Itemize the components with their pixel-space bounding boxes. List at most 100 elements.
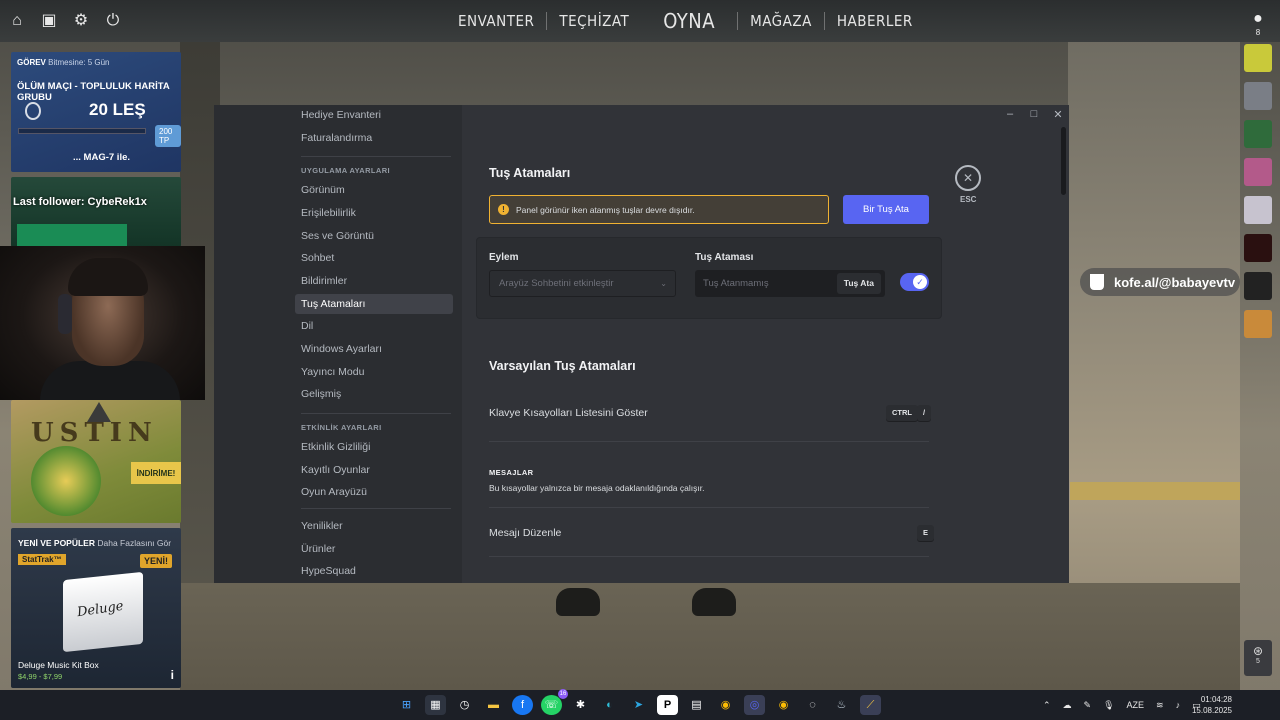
volume-icon[interactable]: ♪ (1176, 700, 1181, 710)
sidebar-item-merch[interactable]: Ürünler (295, 539, 453, 559)
language-indicator[interactable]: AZE (1127, 700, 1145, 710)
friend-avatar[interactable] (1244, 120, 1272, 148)
antenna-icon: ⊛ (1252, 644, 1264, 658)
item-name: Deluge Music Kit Box (18, 660, 99, 670)
pen-icon[interactable]: ✎ (1084, 700, 1092, 711)
chrome-icon[interactable]: ◉ (715, 695, 736, 715)
chevron-up-icon[interactable]: ⌃ (1043, 700, 1051, 711)
sidebar-item-hypesquad[interactable]: HypeSquad (295, 561, 453, 581)
nav-store[interactable]: MAĞAZA (738, 12, 824, 30)
friend-avatar[interactable] (1244, 158, 1272, 186)
clock-time: 01:04:28 (1200, 695, 1232, 704)
sidebar-item-billing[interactable]: Faturalandırma (295, 128, 453, 148)
sidebar-item-whats-new[interactable]: Yenilikler (295, 516, 453, 536)
info-icon[interactable]: i (171, 668, 174, 682)
obs-icon[interactable]: ◌ (802, 695, 823, 715)
sidebar-item-streamer-mode[interactable]: Yayıncı Modu (295, 362, 453, 382)
sidebar-item-voice-video[interactable]: Ses ve Görüntü (295, 226, 453, 246)
minimize-icon[interactable]: – (1005, 108, 1015, 121)
item-price: $4,99 - $7,99 (18, 672, 63, 681)
edge-icon[interactable]: ◐ (599, 695, 620, 715)
game-nav: ENVANTER TEÇHİZAT OYNA MAĞAZA HABERLER (446, 0, 925, 42)
settings-sidebar: Hediye Envanteri Faturalandırma UYGULAMA… (214, 105, 462, 583)
gear-icon[interactable]: ⚙ (72, 12, 90, 30)
radio-button[interactable]: ⊛ 5 (1244, 640, 1272, 676)
sidebar-item-chat[interactable]: Sohbet (295, 248, 453, 268)
friend-avatar[interactable] (1244, 310, 1272, 338)
sidebar-divider (301, 508, 451, 509)
sidebar-item-notifications[interactable]: Bildirimler (295, 271, 453, 291)
action-select[interactable]: Arayüz Sohbetini etkinleştir ⌄ (489, 270, 676, 297)
mic-icon[interactable]: 🎙 (1103, 700, 1114, 711)
sidebar-item-keybinds[interactable]: Tuş Atamaları (295, 294, 453, 314)
sidebar-item-appearance[interactable]: Görünüm (295, 180, 453, 200)
friend-avatar[interactable] (1244, 234, 1272, 262)
slack-icon[interactable]: ✱ (570, 695, 591, 715)
austin-title: USTIN (31, 418, 158, 448)
mission-promo[interactable]: GÖREV Bitmesine: 5 Gün ÖLÜM MAÇI - TOPLU… (11, 52, 181, 172)
telegram-icon[interactable]: ➤ (628, 695, 649, 715)
sidebar-item-windows[interactable]: Windows Ayarları (295, 339, 453, 359)
kofe-link: kofe.al/@babayevtv (1114, 274, 1236, 290)
friend-avatar[interactable] (1244, 272, 1272, 300)
power-icon[interactable]: ⏻ (104, 12, 122, 30)
cloud-icon[interactable]: ☁ (1063, 700, 1072, 711)
image-app-icon[interactable]: ▤ (686, 695, 707, 715)
mission-progress-bar (18, 128, 146, 134)
scrollbar[interactable] (1061, 127, 1066, 195)
sidebar-item-gift-inventory[interactable]: Hediye Envanteri (295, 105, 453, 125)
facebook-icon[interactable]: f (512, 695, 533, 715)
wifi-icon[interactable]: ≋ (1156, 700, 1164, 711)
sidebar-item-language[interactable]: Dil (295, 316, 453, 336)
warning-banner: ! Panel görünür iken atanmış tuşlar devr… (489, 195, 829, 224)
edit-message-label: Mesajı Düzenle (489, 527, 562, 539)
friends-list (1244, 44, 1272, 338)
keybind-column-header: Tuş Ataması (695, 252, 754, 263)
clock-app-icon[interactable]: ◷ (454, 695, 475, 715)
sidebar-item-registered-games[interactable]: Kayıtlı Oyunlar (295, 460, 453, 480)
key-chip: / (917, 405, 932, 421)
chrome-alt-icon[interactable]: ◉ (773, 695, 794, 715)
sidebar-item-activity-privacy[interactable]: Etkinlik Gizliliği (295, 437, 453, 457)
close-icon[interactable]: ✕ (1053, 108, 1063, 121)
tv-icon[interactable]: ▣ (40, 12, 58, 30)
new-popular-promo[interactable]: YENİ VE POPÜLER Daha Fazlasını Gör StatT… (11, 528, 181, 688)
action-column-header: Eylem (489, 252, 519, 263)
sidebar-item-accessibility[interactable]: Erişilebilirlik (295, 203, 453, 223)
stattrak-badge: StatTrak™ (18, 554, 66, 565)
friend-avatar[interactable] (1244, 196, 1272, 224)
streamer-shirt (40, 361, 180, 401)
home-icon[interactable]: ⌂ (8, 12, 26, 30)
whatsapp-icon[interactable]: ☏ 16 (541, 689, 568, 715)
nav-play[interactable]: OYNA (641, 9, 737, 33)
nav-loadout[interactable]: TEÇHİZAT (547, 12, 641, 30)
keybind-input[interactable]: Tuş Atanmamış Tuş Ata (695, 270, 885, 297)
friend-avatar[interactable] (1244, 82, 1272, 110)
p-app-icon[interactable]: P (657, 695, 678, 715)
sidebar-item-advanced[interactable]: Gelişmiş (295, 384, 453, 404)
taskbar-clock[interactable]: 01:04:28 15.08.2025 (1192, 694, 1232, 716)
maximize-icon[interactable]: □ (1029, 108, 1039, 121)
keybind-toggle[interactable]: ✓ (900, 273, 929, 291)
skull-icon (25, 102, 41, 120)
add-keybind-button[interactable]: Bir Tuş Ata (843, 195, 929, 224)
record-keybind-button[interactable]: Tuş Ata (836, 273, 881, 294)
windows-start-icon[interactable]: ⊞ (396, 695, 417, 715)
friend-avatar[interactable] (1244, 44, 1272, 72)
nav-news[interactable]: HABERLER (825, 12, 925, 30)
sidebar-item-game-overlay[interactable]: Oyun Arayüzü (295, 482, 453, 502)
follower-promo (11, 177, 181, 247)
character-boot (556, 588, 600, 616)
keybinds-content: Tuş Atamaları ! Panel görünür iken atanm… (476, 105, 944, 583)
friends-button[interactable]: ● 8 (1248, 10, 1268, 37)
steam-icon[interactable]: ♨ (831, 695, 852, 715)
radio-count: 5 (1256, 658, 1260, 665)
discord-icon[interactable]: ◎ (744, 695, 765, 715)
close-settings-button[interactable]: ✕ (955, 165, 981, 191)
cs2-icon[interactable]: ⟋ (860, 695, 881, 715)
folder-icon[interactable]: ▬ (483, 695, 504, 715)
nav-inventory[interactable]: ENVANTER (446, 12, 546, 30)
calculator-icon[interactable]: ▦ (425, 695, 446, 715)
austin-promo[interactable]: USTIN İNDİRİME! (11, 400, 181, 523)
system-tray: ⌃ ☁ ✎ 🎙 AZE ≋ ♪ ▭ (1043, 690, 1201, 720)
